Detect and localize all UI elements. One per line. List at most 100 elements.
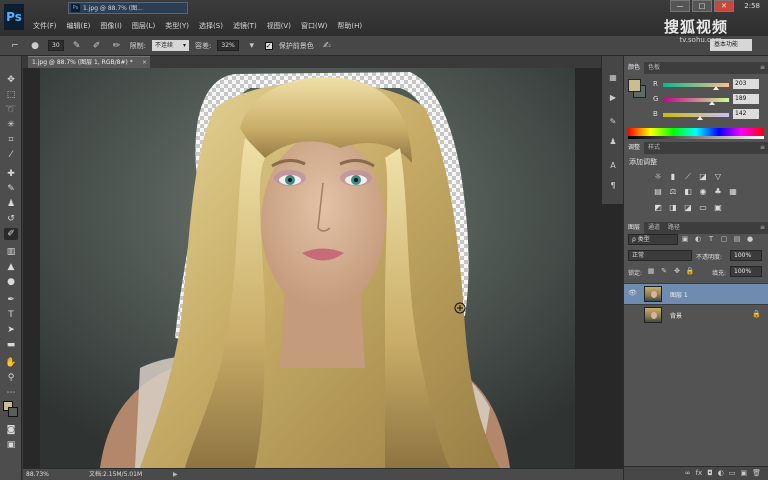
layer-filter-select[interactable]: ρ 类型 [628, 234, 678, 245]
tab-color[interactable]: 颜色 [624, 62, 645, 74]
pen-tool-icon[interactable]: ✒ [4, 294, 18, 306]
maximize-button[interactable]: □ [692, 0, 712, 12]
dodge-tool-icon[interactable]: ● [4, 276, 18, 288]
sampling-swatch-icon[interactable]: ✏ [110, 40, 124, 52]
filter-shape-icon[interactable]: ▢ [719, 234, 729, 244]
hand-tool-icon[interactable]: ✋ [4, 357, 18, 369]
clone-source-icon[interactable]: ♟ [607, 136, 619, 147]
marquee-tool-icon[interactable]: ⬚ [4, 89, 18, 101]
green-slider-thumb[interactable] [708, 101, 715, 105]
threshold-icon[interactable]: ◪ [682, 203, 694, 213]
menu-layer[interactable]: 图层(L) [127, 20, 160, 32]
vibrance-icon[interactable]: ▽ [712, 172, 724, 182]
history-panel-icon[interactable]: ▦ [607, 72, 619, 83]
sampling-once-icon[interactable]: ✐ [90, 40, 104, 52]
background-color-swatch[interactable] [8, 407, 18, 417]
color-balance-icon[interactable]: ⚖ [667, 187, 679, 197]
green-channel-value[interactable]: 189 [733, 94, 759, 104]
hidden-eye-slot[interactable] [628, 309, 636, 319]
filter-toggle-icon[interactable]: ● [745, 234, 755, 244]
actions-panel-icon[interactable]: ▶ [607, 92, 619, 103]
tab-paths[interactable]: 路径 [664, 222, 684, 234]
minimize-button[interactable]: — [670, 0, 690, 12]
layers-panel-menu-icon[interactable]: ≡ [756, 222, 768, 234]
tolerance-field[interactable]: 32% [217, 40, 239, 51]
selective-color-icon[interactable]: ▣ [712, 203, 724, 213]
healing-brush-tool-icon[interactable]: ✚ [4, 168, 18, 180]
zoom-level[interactable]: 88.73% [26, 469, 49, 480]
gradient-tool-icon[interactable]: ▥ [4, 246, 18, 258]
menu-select[interactable]: 选择(S) [194, 20, 228, 32]
shape-tool-icon[interactable]: ▬ [4, 339, 18, 351]
color-panel-fg-swatch[interactable] [628, 79, 641, 92]
tab-swatches[interactable]: 色板 [644, 62, 664, 74]
tab-channels[interactable]: 通道 [644, 222, 664, 234]
document-tab[interactable]: 1.jpg @ 88.7% (图层 1, RGB/8#) * × [28, 56, 150, 68]
path-select-tool-icon[interactable]: ➤ [4, 324, 18, 336]
close-button[interactable]: ✕ [714, 0, 734, 12]
history-brush-tool-icon[interactable]: ↺ [4, 213, 18, 225]
tab-layers[interactable]: 图层 [624, 222, 645, 234]
menu-image[interactable]: 图像(I) [95, 20, 127, 32]
paragraph-panel-icon[interactable]: ¶ [607, 180, 619, 191]
tool-preset-icon[interactable]: ⌐ [8, 40, 22, 52]
invert-icon[interactable]: ◩ [652, 203, 664, 213]
more-tools-icon[interactable]: ⋯ [4, 387, 18, 399]
protect-foreground-checkbox[interactable]: ✓ [264, 41, 273, 50]
image-canvas[interactable] [40, 68, 575, 468]
black-white-icon[interactable]: ◧ [682, 187, 694, 197]
blend-mode-select[interactable]: 正常 [628, 250, 692, 261]
type-tool-icon[interactable]: T [4, 309, 18, 321]
tab-adjustments[interactable]: 调整 [624, 142, 645, 154]
lasso-tool-icon[interactable]: ➰ [4, 104, 18, 116]
lock-transparency-icon[interactable]: ▦ [646, 266, 656, 276]
filter-type-icon[interactable]: T [706, 234, 716, 244]
fill-field[interactable]: 100% [730, 266, 762, 277]
filter-smart-icon[interactable]: ▤ [732, 234, 742, 244]
eye-icon[interactable]: 👁 [628, 288, 637, 298]
lock-pixels-icon[interactable]: ✎ [659, 266, 669, 276]
brush-tool-icon[interactable]: ✎ [4, 183, 18, 195]
gradient-map-icon[interactable]: ▭ [697, 203, 709, 213]
green-channel-slider[interactable] [663, 98, 729, 102]
menu-help[interactable]: 帮助(H) [332, 20, 367, 32]
sampling-continuous-icon[interactable]: ✎ [70, 40, 84, 52]
layer-row-background[interactable]: 背景 🔒 [624, 304, 768, 325]
trash-icon[interactable]: 🗑 [752, 467, 761, 480]
new-group-icon[interactable]: ▭ [729, 467, 736, 480]
brush-panel-icon[interactable]: ✎ [607, 116, 619, 127]
opacity-field[interactable]: 100% [730, 250, 762, 261]
menu-view[interactable]: 视图(V) [262, 20, 296, 32]
brush-preset-icon[interactable]: ● [28, 40, 42, 52]
layer-name[interactable]: 背景 [670, 311, 682, 320]
color-spectrum-ramp[interactable] [628, 128, 764, 136]
layer-name[interactable]: 图层 1 [670, 290, 688, 299]
add-mask-icon[interactable]: ◘ [707, 467, 713, 480]
red-channel-value[interactable]: 203 [733, 79, 759, 89]
character-panel-icon[interactable]: A [607, 160, 619, 171]
channel-mixer-icon[interactable]: ♣ [712, 187, 724, 197]
grayscale-ramp[interactable] [628, 136, 764, 139]
menu-edit[interactable]: 编辑(E) [62, 20, 96, 32]
menu-type[interactable]: 类型(Y) [160, 20, 194, 32]
panel-menu-icon[interactable]: ≡ [756, 62, 768, 74]
menu-filter[interactable]: 滤镜(T) [228, 20, 262, 32]
zoom-tool-icon[interactable]: ⚲ [4, 372, 18, 384]
canvas-area[interactable] [23, 68, 623, 468]
menu-window[interactable]: 窗口(W) [296, 20, 332, 32]
curves-icon[interactable]: ⟋ [682, 172, 694, 182]
link-layers-icon[interactable]: ∞ [685, 467, 691, 480]
close-document-icon[interactable]: × [142, 57, 147, 68]
red-channel-slider[interactable] [663, 83, 729, 87]
limits-select[interactable]: 不连续 [152, 40, 190, 51]
layer-row-1[interactable]: 👁 图层 1 [624, 283, 768, 304]
blue-slider-thumb[interactable] [696, 116, 703, 120]
new-adjustment-icon[interactable]: ◐ [718, 467, 724, 480]
hue-saturation-icon[interactable]: ▤ [652, 187, 664, 197]
brush-size-field[interactable]: 30 [48, 40, 64, 51]
tab-styles[interactable]: 样式 [644, 142, 664, 154]
color-lookup-icon[interactable]: ▦ [727, 187, 739, 197]
adjust-panel-menu-icon[interactable]: ≡ [756, 142, 768, 154]
crop-tool-icon[interactable]: ⌗ [4, 134, 18, 146]
clone-stamp-tool-icon[interactable]: ♟ [4, 198, 18, 210]
